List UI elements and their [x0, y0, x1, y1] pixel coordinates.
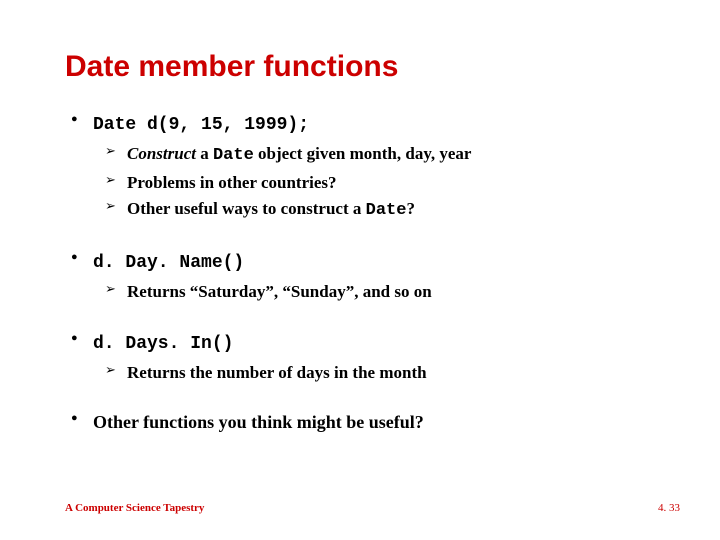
- body-text: Returns “Saturday”, “Sunday”, and so on: [127, 282, 432, 301]
- body-text: Other useful ways to construct a: [127, 199, 366, 218]
- body-text: ?: [406, 199, 415, 218]
- emphasis-text: Construct: [127, 144, 196, 163]
- sub-list: Returns “Saturday”, “Sunday”, and so on: [93, 280, 660, 305]
- body-text: object given month, day, year: [254, 144, 472, 163]
- body-text: Other functions you think might be usefu…: [93, 412, 424, 432]
- page-number: 4. 33: [658, 502, 680, 514]
- body-text: a: [196, 144, 213, 163]
- sub-item: Problems in other countries?: [127, 171, 660, 196]
- list-item: Other functions you think might be usefu…: [93, 409, 660, 435]
- sub-item: Returns the number of days in the month: [127, 361, 660, 386]
- sub-item: Other useful ways to construct a Date?: [127, 197, 660, 224]
- footer-text: A Computer Science Tapestry: [65, 502, 204, 514]
- code-text: Date d(9, 15, 1999);: [93, 115, 309, 135]
- list-item: d. Days. In() Returns the number of days…: [93, 329, 660, 386]
- sub-list: Construct a Date object given month, day…: [93, 142, 660, 224]
- body-text: Returns the number of days in the month: [127, 363, 427, 382]
- bullet-list: Date d(9, 15, 1999); Construct a Date ob…: [65, 110, 660, 436]
- code-text: Date: [213, 146, 254, 165]
- code-text: d. Day. Name(): [93, 253, 244, 273]
- code-text: d. Days. In(): [93, 334, 233, 354]
- slide-title: Date member functions: [65, 50, 660, 84]
- sub-item: Returns “Saturday”, “Sunday”, and so on: [127, 280, 660, 305]
- sub-list: Returns the number of days in the month: [93, 361, 660, 386]
- code-text: Date: [366, 201, 407, 220]
- list-item: Date d(9, 15, 1999); Construct a Date ob…: [93, 110, 660, 224]
- slide: Date member functions Date d(9, 15, 1999…: [0, 0, 720, 540]
- body-text: Problems in other countries?: [127, 173, 337, 192]
- sub-item: Construct a Date object given month, day…: [127, 142, 660, 169]
- list-item: d. Day. Name() Returns “Saturday”, “Sund…: [93, 248, 660, 305]
